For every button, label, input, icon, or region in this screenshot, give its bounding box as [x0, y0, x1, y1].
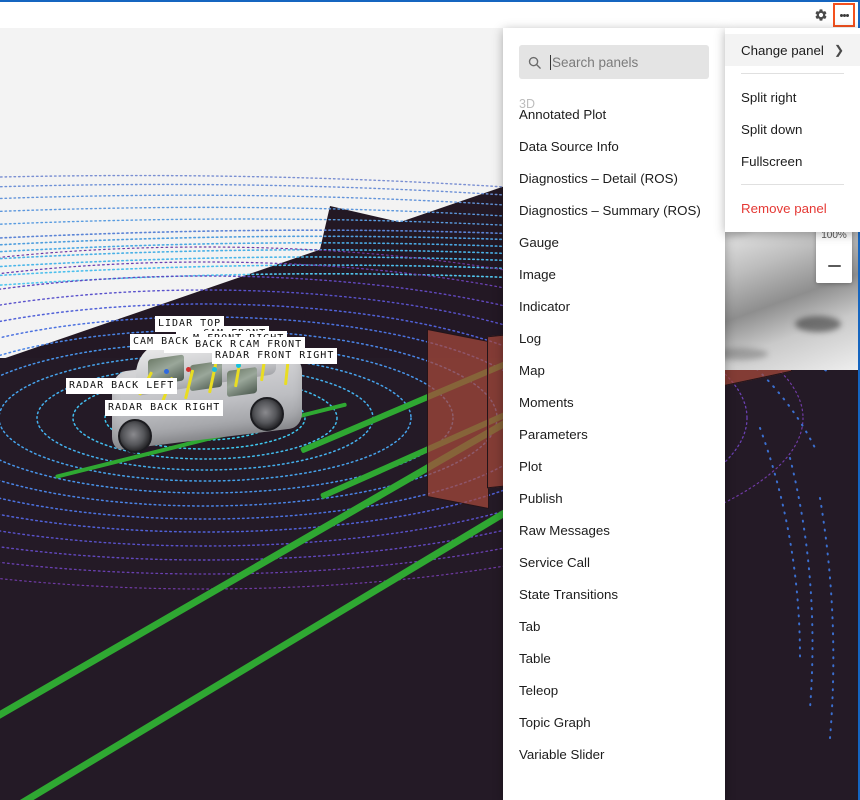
menu-item-label: Change panel — [741, 42, 824, 58]
panel-context-menu: Change panel ❯ Split right Split down Fu… — [725, 28, 860, 232]
panel-more-button[interactable] — [833, 3, 855, 27]
panel-toolbar — [0, 2, 860, 28]
search-icon — [528, 56, 541, 69]
menu-separator — [741, 184, 844, 185]
panel-list-item[interactable]: Plot — [503, 451, 725, 483]
panel-list-item[interactable]: Variable Slider — [503, 739, 725, 771]
panel-list-item[interactable]: Publish — [503, 483, 725, 515]
panel-list-item[interactable]: Teleop — [503, 675, 725, 707]
panel-list-item[interactable]: Diagnostics – Detail (ROS) — [503, 163, 725, 195]
panel-list-item[interactable]: Annotated Plot — [503, 99, 725, 131]
foxglove-3d-panel-window: LIDAR TOPCAM FRONTCAM FRONT RIGHTCAM BAC… — [0, 0, 860, 800]
sensor-frame-label: RADAR BACK RIGHT — [105, 400, 224, 416]
panel-list-item[interactable]: Indicator — [503, 291, 725, 323]
panel-list-item[interactable]: Moments — [503, 387, 725, 419]
panel-search-box[interactable] — [519, 45, 709, 79]
menu-item-label: Remove panel — [741, 200, 827, 216]
panel-group-label: 3D — [519, 97, 535, 111]
panel-list-item[interactable]: Table — [503, 643, 725, 675]
minus-icon — [827, 265, 841, 267]
zoom-out-button[interactable] — [816, 249, 852, 283]
menu-item-label: Split down — [741, 121, 803, 137]
panel-list-item[interactable]: Log — [503, 323, 725, 355]
sensor-frame-label: RADAR FRONT RIGHT — [212, 348, 338, 364]
zoom-widget[interactable]: 100% — [816, 224, 852, 283]
panel-list-item[interactable]: Image — [503, 259, 725, 291]
panel-list-item[interactable]: Diagnostics – Summary (ROS) — [503, 195, 725, 227]
menu-item-label: Fullscreen — [741, 153, 803, 169]
kebab-menu-icon — [845, 13, 849, 17]
panel-list-item[interactable]: Topic Graph — [503, 707, 725, 739]
panel-list-item[interactable]: Raw Messages — [503, 515, 725, 547]
menu-item-split-down[interactable]: Split down — [725, 113, 860, 145]
sensor-frame-label: CAM BACK — [130, 334, 193, 350]
search-input[interactable] — [551, 54, 701, 70]
panel-selection-border-top — [0, 0, 860, 2]
panel-list-item[interactable]: Service Call — [503, 547, 725, 579]
menu-item-fullscreen[interactable]: Fullscreen — [725, 145, 860, 177]
sensor-frame-label: RADAR BACK LEFT — [66, 378, 178, 394]
menu-separator — [741, 73, 844, 74]
menu-item-remove-panel[interactable]: Remove panel — [725, 192, 860, 224]
panel-list-item[interactable]: Gauge — [503, 227, 725, 259]
panel-list-items: Annotated Plot Data Source Info Diagnostic… — [503, 99, 725, 771]
chevron-right-icon: ❯ — [833, 43, 844, 57]
panel-list-item[interactable]: State Transitions — [503, 579, 725, 611]
menu-item-split-right[interactable]: Split right — [725, 81, 860, 113]
panel-list-item[interactable]: Map — [503, 355, 725, 387]
gear-icon[interactable] — [811, 5, 831, 25]
panel-list-dropdown: 3D Annotated PlotData Source InfoDiagnos… — [503, 28, 725, 800]
object-bounding-box — [427, 328, 489, 510]
menu-item-change-panel[interactable]: Change panel ❯ — [725, 34, 860, 66]
panel-list-item[interactable]: Data Source Info — [503, 131, 725, 163]
panel-list-item[interactable]: Parameters — [503, 419, 725, 451]
menu-item-label: Split right — [741, 89, 797, 105]
panel-list-item[interactable]: Tab — [503, 611, 725, 643]
